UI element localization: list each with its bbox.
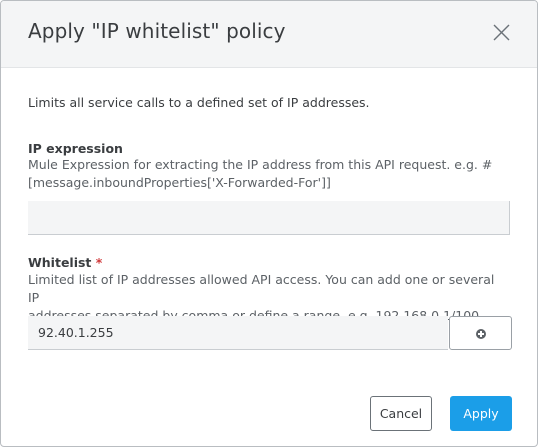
ip-expression-label: IP expression — [28, 141, 123, 156]
dialog-header: Apply "IP whitelist" policy — [1, 1, 537, 68]
whitelist-help-line-1: Limited list of IP addresses allowed API… — [28, 272, 495, 305]
ip-expression-input[interactable] — [28, 201, 510, 235]
add-ip-button[interactable] — [449, 316, 512, 350]
required-marker: * — [95, 255, 103, 270]
whitelist-label: Whitelist * — [28, 255, 102, 270]
apply-button[interactable]: Apply — [450, 396, 512, 431]
intro-text: Limits all service calls to a defined se… — [28, 95, 370, 110]
plus-circle-icon — [476, 329, 486, 339]
ip-expression-help: Mule Expression for extracting the IP ad… — [28, 156, 508, 192]
close-icon — [493, 24, 510, 41]
close-button[interactable] — [486, 18, 516, 48]
ip-expression-help-line-2: [message.inboundProperties['X-Forwarded-… — [28, 175, 331, 190]
ip-expression-help-line-1: Mule Expression for extracting the IP ad… — [28, 157, 493, 172]
whitelist-label-text: Whitelist — [28, 255, 92, 270]
cancel-button[interactable]: Cancel — [370, 396, 432, 431]
dialog-title: Apply "IP whitelist" policy — [28, 19, 286, 43]
whitelist-input[interactable] — [28, 316, 448, 350]
apply-policy-dialog: Apply "IP whitelist" policy Limits all s… — [0, 0, 538, 447]
